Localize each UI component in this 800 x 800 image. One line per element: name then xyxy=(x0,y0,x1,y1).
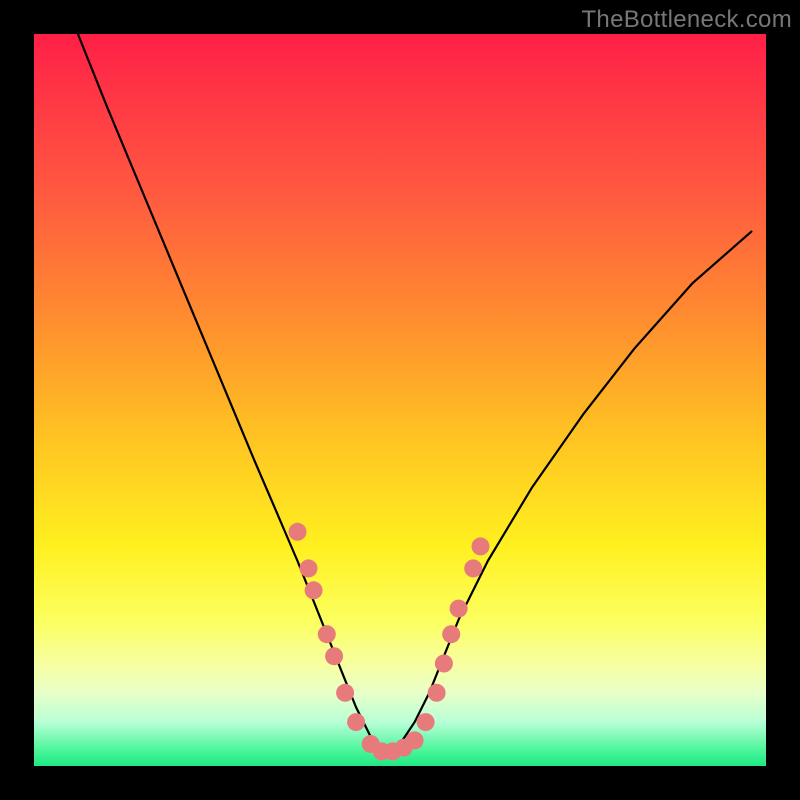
marker-dot xyxy=(450,600,468,618)
marker-dot xyxy=(428,684,446,702)
marker-dot xyxy=(347,713,365,731)
chart-svg xyxy=(34,34,766,766)
marker-dot xyxy=(442,625,460,643)
marker-dot xyxy=(289,523,307,541)
marker-dot xyxy=(300,559,318,577)
marker-dot xyxy=(406,731,424,749)
marker-dot xyxy=(464,559,482,577)
marker-dot xyxy=(336,684,354,702)
marker-dot xyxy=(305,581,323,599)
bottleneck-curve xyxy=(78,34,752,751)
plot-area xyxy=(34,34,766,766)
marker-dot xyxy=(325,647,343,665)
chart-container: TheBottleneck.com xyxy=(0,0,800,800)
marker-dot xyxy=(472,537,490,555)
marker-dot xyxy=(435,655,453,673)
marker-dot xyxy=(318,625,336,643)
marker-dot xyxy=(417,713,435,731)
watermark-text: TheBottleneck.com xyxy=(581,6,792,34)
